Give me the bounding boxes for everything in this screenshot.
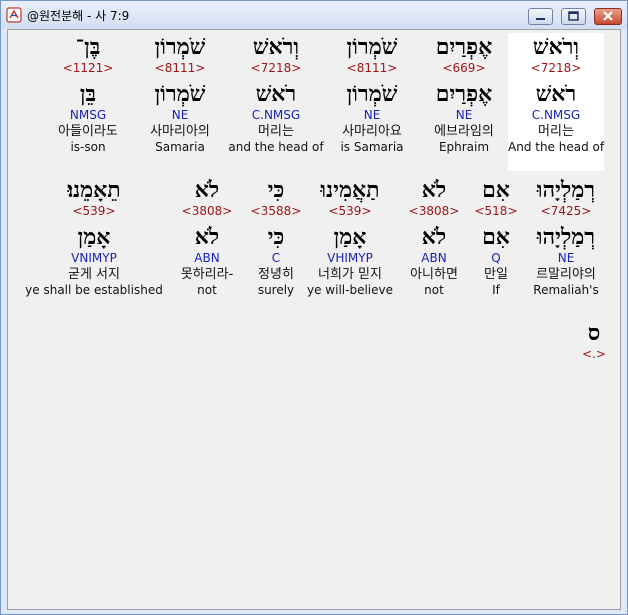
korean-gloss: 사마리아의 [150,124,210,139]
hebrew-word: תֵאָמֵנוּ׃ [67,177,121,203]
english-gloss: not [197,283,217,297]
minimize-icon [536,18,545,20]
korean-gloss: 머리는 [538,124,574,139]
english-gloss: Samaria [155,140,205,154]
strong-number[interactable]: <7218> [508,61,604,76]
hebrew-word: שֹׁמְרוֹן [154,34,206,60]
english-gloss: is-son [70,140,106,154]
morph-code: NE [171,108,189,122]
word-cell[interactable]: ס <.> [568,319,620,362]
strong-number[interactable]: <8111> [324,61,420,76]
korean-gloss: 못하리라- [180,267,234,282]
lemma: רֹאשׁ [535,81,577,107]
word-cell[interactable]: לֹא <3808> לֹא ABN 아니하면 not [386,176,482,298]
morph-code: VNIMYP [71,251,117,265]
lemma: לֹא [194,224,220,250]
paragraph-marker: ס [587,320,601,346]
lemma: שֹׁמְרוֹן [154,81,206,107]
korean-gloss: 머리는 [258,124,294,139]
english-gloss: is Samaria [340,140,404,154]
hebrew-word: וְרֹאשׁ [252,34,300,60]
title-bar[interactable]: @원전분해 - 사 7:9 [1,1,627,29]
word-cell[interactable]: תֵאָמֵנוּ׃ <539> אָמַן VNIMYP 굳게 서지 ye s… [22,176,166,298]
analysis-pane: וְרֹאשׁ <7218> רֹאשׁ C.NMSG 머리는 And the … [7,29,621,610]
english-gloss: And the head of [508,140,605,154]
hebrew-word: וְרֹאשׁ [532,34,580,60]
morph-code: NE [455,108,473,122]
app-window: @원전분해 - 사 7:9 וְרֹאשׁ <7218> רֹאשׁ C.NMS… [0,0,628,615]
hebrew-word: בֶּן־ [75,34,101,60]
hebrew-word: אֶפְרַיִם [435,34,493,60]
lemma: רֹאשׁ [255,81,297,107]
morph-code: C.NMSG [251,108,301,122]
word-cell[interactable]: אֶפְרַיִם <669> אֶפְרַיִם NE 에브라임의 Ephra… [416,33,512,155]
korean-gloss: 사마리아요 [342,124,402,139]
lemma: בֵּן [79,81,97,107]
lemma: אֶפְרַיִם [435,81,493,107]
strong-number[interactable]: <539> [22,204,166,219]
word-cell[interactable]: וְרֹאשׁ <7218> רֹאשׁ C.NMSG 머리는 and the … [228,33,324,155]
english-gloss: ye shall be established [25,283,163,297]
word-cell[interactable]: בֶּן־ <1121> בֵּן NMSG 아들이라도 is-son [40,33,136,155]
minimize-button[interactable] [528,8,553,25]
english-gloss: and the head of [228,140,324,154]
korean-gloss: 굳게 서지 [68,267,120,282]
hebrew-word: לֹא [194,177,220,203]
lemma: לֹא [421,224,447,250]
close-icon [603,11,613,21]
app-icon [6,7,22,23]
strong-number[interactable]: <3808> [159,204,255,219]
morph-code: NMSG [69,108,107,122]
lemma: שֹׁמְרוֹן [346,81,398,107]
korean-gloss: 에브라임의 [434,124,494,139]
hebrew-word: לֹא [421,177,447,203]
morph-code: C.NMSG [531,108,581,122]
korean-gloss: 아니하면 [410,267,458,282]
strong-number[interactable]: <1121> [40,61,136,76]
maximize-button[interactable] [561,8,586,25]
strong-number[interactable]: <3808> [386,204,482,219]
strong-number[interactable]: <.> [568,347,620,362]
word-cell[interactable]: שֹׁמְרוֹן <8111> שֹׁמְרוֹן NE 사마리아의 Sama… [132,33,228,155]
english-gloss: not [424,283,444,297]
word-cell[interactable]: לֹא <3808> לֹא ABN 못하리라- not [159,176,255,298]
lemma: אָמַן [77,224,111,250]
strong-number[interactable]: <669> [416,61,512,76]
morph-code: ABN [421,251,447,265]
strong-number[interactable]: <7218> [228,61,324,76]
word-cell[interactable]: שֹׁמְרוֹן <8111> שֹׁמְרוֹן NE 사마리아요 is S… [324,33,420,155]
hebrew-word: שֹׁמְרוֹן [346,34,398,60]
morph-code: ABN [194,251,220,265]
close-button[interactable] [594,8,622,25]
english-gloss: Ephraim [438,140,490,154]
strong-number[interactable]: <8111> [132,61,228,76]
morph-code: NE [363,108,381,122]
korean-gloss: 아들이라도 [58,124,118,139]
word-cell[interactable]: וְרֹאשׁ <7218> רֹאשׁ C.NMSG 머리는 And the … [508,33,604,171]
window-title: @원전분해 - 사 7:9 [27,9,130,23]
